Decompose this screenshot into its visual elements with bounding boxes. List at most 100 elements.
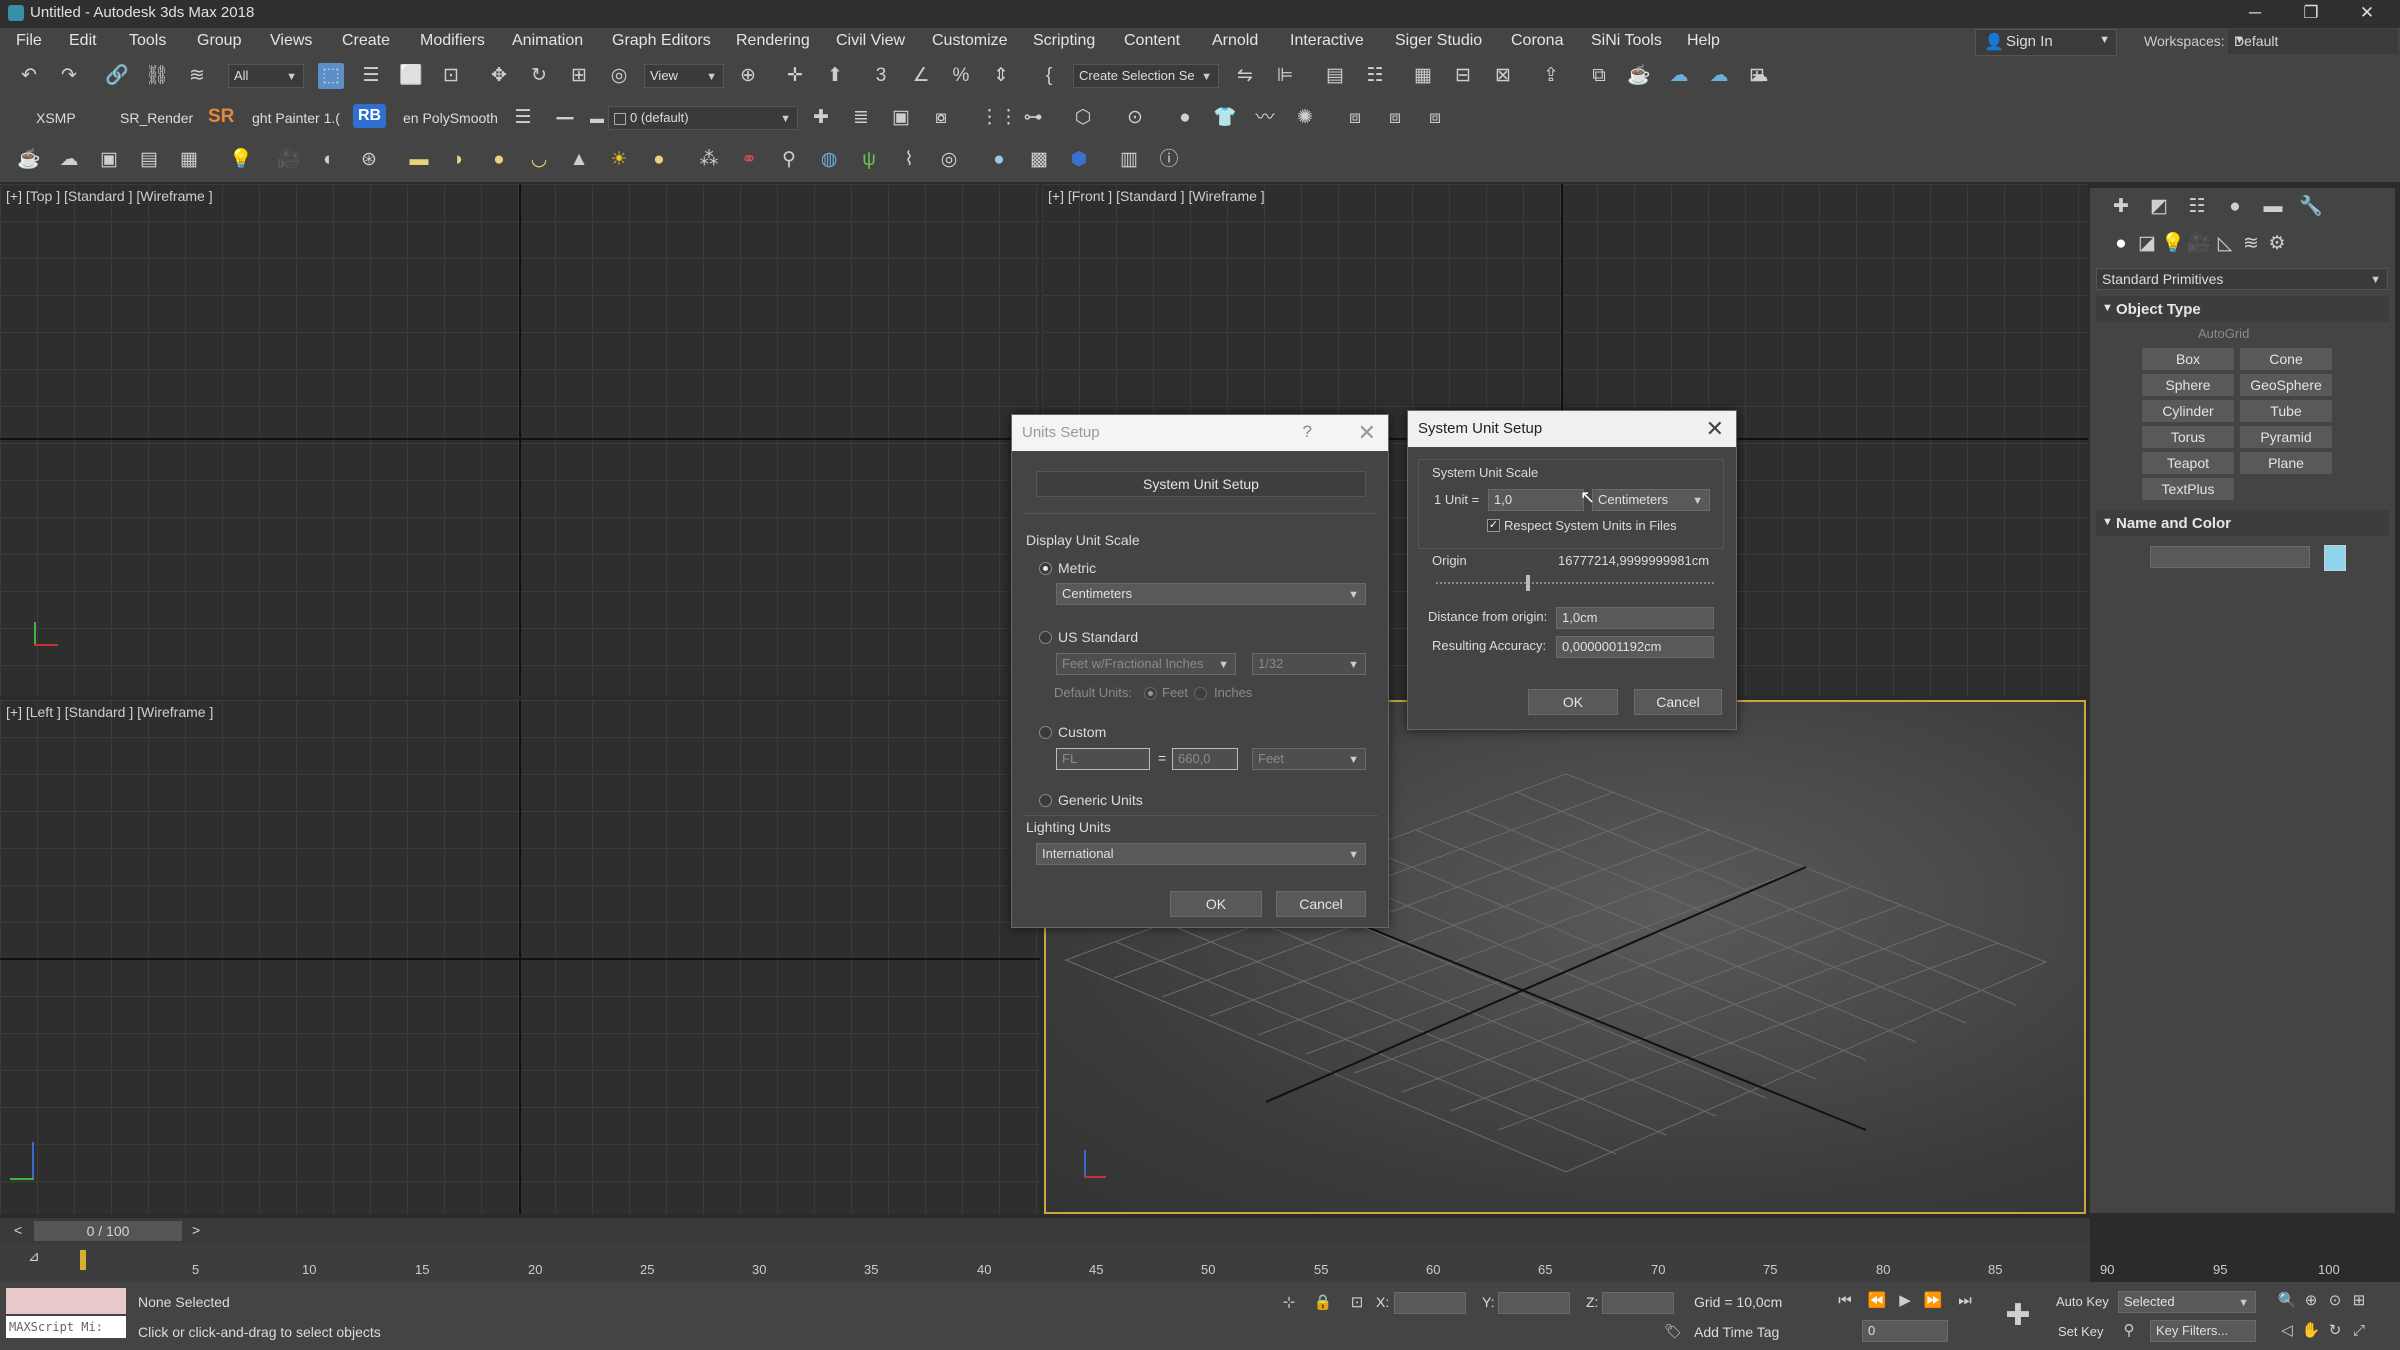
key-filters-button[interactable]: Key Filters... [2150, 1320, 2256, 1342]
pivot-center-icon[interactable]: ⊕ [735, 63, 761, 89]
select-object-icon[interactable]: ⬚ [318, 63, 344, 89]
layer-freeze-icon[interactable]: ▬ [584, 105, 610, 131]
inches-radio[interactable] [1194, 687, 1207, 700]
workspace-dropdown[interactable]: Default ▼ [2228, 29, 2398, 54]
menu-sini-tools[interactable]: SiNi Tools [1591, 32, 1662, 50]
distance-field[interactable]: 1,0cm [1556, 607, 1714, 629]
unit-value-field[interactable]: 1,0 [1488, 489, 1584, 511]
grid-icon[interactable]: ⋮⋮ [980, 105, 1018, 131]
viewport-left-label[interactable]: [+] [Left ] [Standard ] [Wireframe ] [6, 704, 213, 720]
box-button[interactable]: Box [2142, 348, 2234, 370]
render-shortcuts-icon[interactable]: ⊞ [1744, 63, 1770, 89]
cloud-icon[interactable]: ☁ [56, 147, 82, 173]
spacewarps-icon[interactable]: ≋ [2238, 231, 2264, 257]
list-icon[interactable]: ▤ [136, 147, 162, 173]
respect-units-checkbox[interactable]: ✓ [1487, 519, 1500, 532]
set-key-button[interactable]: Set Key [2058, 1324, 2104, 1339]
mirror-icon[interactable]: ⇋ [1232, 63, 1258, 89]
render-production-icon[interactable]: ☕ [1626, 63, 1652, 89]
go-to-start-icon[interactable]: ⏮ [1832, 1288, 1858, 1314]
play-icon[interactable]: ▶ [1892, 1288, 1918, 1314]
select-manipulate-icon[interactable]: ✛ [782, 63, 808, 89]
help-icon[interactable]: ? [1303, 422, 1312, 442]
feet-radio[interactable] [1144, 687, 1157, 700]
render-frame-window-icon[interactable]: ⧉ [1586, 63, 1612, 89]
move-icon[interactable]: ✥ [486, 63, 512, 89]
menu-create[interactable]: Create [342, 32, 390, 50]
script-icon[interactable]: ▥ [1116, 147, 1142, 173]
film-icon[interactable]: ⊛ [356, 147, 382, 173]
render-in-cloud-icon[interactable]: ☁ [1706, 63, 1732, 89]
scatter-icon[interactable]: ⁂ [696, 147, 722, 173]
unlink-icon[interactable]: ⛓ [144, 63, 170, 89]
window-crossing-icon[interactable]: ⊡ [438, 63, 464, 89]
utilities-tab-icon[interactable]: 🔧 [2298, 194, 2324, 220]
align-icon[interactable]: ⊫ [1272, 63, 1298, 89]
absolute-mode-icon[interactable]: ⊡ [1344, 1290, 1370, 1316]
custom-unit-dropdown[interactable]: Feet ▼ [1252, 748, 1366, 770]
layer-manager-icon[interactable]: ☰ [510, 105, 536, 131]
schematic-view-icon[interactable]: ⊟ [1450, 63, 1476, 89]
select-in-layer-icon[interactable]: ▣ [888, 105, 914, 131]
textplus-button[interactable]: TextPlus [2142, 478, 2234, 500]
zoom-all-icon[interactable]: ⊕ [2298, 1288, 2324, 1314]
wood-icon[interactable]: ◎ [936, 147, 962, 173]
create-tab-icon[interactable]: ✚ [2108, 194, 2134, 220]
autogrid-checkbox[interactable]: AutoGrid [2198, 326, 2249, 341]
menu-tools[interactable]: Tools [129, 32, 166, 50]
zoom-extents-all-icon[interactable]: ⊞ [2346, 1288, 2372, 1314]
time-tag-icon[interactable]: 🏷 [1660, 1318, 1686, 1344]
maximize-button[interactable]: ❐ [2284, 0, 2338, 28]
network-icon[interactable]: ⬢ [1066, 147, 1092, 173]
maxscript-mini-listener[interactable]: MAXScript Mi: [6, 1316, 126, 1338]
next-key-icon[interactable]: ⏩ [1920, 1288, 1946, 1314]
percent-snap-icon[interactable]: % [948, 63, 974, 89]
menu-arnold[interactable]: Arnold [1212, 32, 1258, 50]
curve-editor-icon[interactable]: ▦ [1410, 63, 1436, 89]
layer-visibility-icon[interactable]: ━━ [552, 105, 578, 131]
orbit-icon[interactable]: ↻ [2322, 1318, 2348, 1344]
xsmp-button[interactable]: XSMP [36, 110, 76, 126]
systems-icon[interactable]: ⚙ [2264, 231, 2290, 257]
viewport-config-icon[interactable]: ⊙ [1122, 105, 1148, 131]
create-layer-icon[interactable]: ✚ [808, 105, 834, 131]
selection-filter-dropdown[interactable]: All ▼ [228, 64, 304, 88]
ribbon-toggle-icon[interactable]: ☷ [1362, 63, 1388, 89]
auto-key-button[interactable]: Auto Key [2056, 1294, 2109, 1309]
custom-radio[interactable] [1039, 726, 1052, 739]
origin-slider-handle[interactable] [1526, 575, 1530, 591]
menu-animation[interactable]: Animation [512, 32, 583, 50]
teapot-icon[interactable]: ☕ [16, 147, 42, 173]
menu-help[interactable]: Help [1687, 32, 1720, 50]
zoom-extents-icon[interactable]: ⊙ [2322, 1288, 2348, 1314]
placement-icon[interactable]: ◎ [606, 63, 632, 89]
link-icon[interactable]: 🔗 [104, 63, 130, 89]
polysmooth-button[interactable]: en PolySmooth [403, 110, 498, 126]
display-tab-icon[interactable]: ▬ [2260, 194, 2286, 220]
close-window-button[interactable]: ✕ [2340, 0, 2394, 28]
x-coordinate-field[interactable] [1394, 1292, 1466, 1314]
menu-graph-editors[interactable]: Graph Editors [612, 32, 711, 50]
molecule-icon[interactable]: ⚭ [736, 147, 762, 173]
maxscript-listener-output[interactable] [6, 1288, 126, 1314]
spinner-snap-icon[interactable]: ⇕ [988, 63, 1014, 89]
lighting-units-dropdown[interactable]: International ▼ [1036, 843, 1366, 865]
tube-button[interactable]: Tube [2240, 400, 2332, 422]
object-name-field[interactable] [2150, 546, 2310, 568]
sr-button[interactable]: SR [208, 106, 234, 128]
pan-icon[interactable]: ✋ [2298, 1318, 2324, 1344]
add-time-tag-button[interactable]: Add Time Tag [1694, 1324, 1779, 1340]
cancel-button[interactable]: Cancel [1634, 689, 1722, 715]
render-setup-icon[interactable]: ⇪ [1538, 63, 1564, 89]
menu-file[interactable]: File [16, 32, 42, 50]
disc-icon[interactable]: ● [646, 147, 672, 173]
angle-snap-icon[interactable]: ∠ [908, 63, 934, 89]
new-key-icon[interactable]: ✚ [1998, 1296, 2038, 1336]
bowl-icon[interactable]: ◡ [526, 147, 552, 173]
y-coordinate-field[interactable] [1498, 1292, 1570, 1314]
edit-named-selection-icon[interactable]: { [1036, 63, 1062, 89]
box-primitive-icon[interactable]: ▬ [406, 147, 432, 173]
plane-button[interactable]: Plane [2240, 452, 2332, 474]
named-selection-dropdown[interactable]: Create Selection Se ▼ [1073, 64, 1219, 88]
previous-key-icon[interactable]: ⏪ [1864, 1288, 1890, 1314]
